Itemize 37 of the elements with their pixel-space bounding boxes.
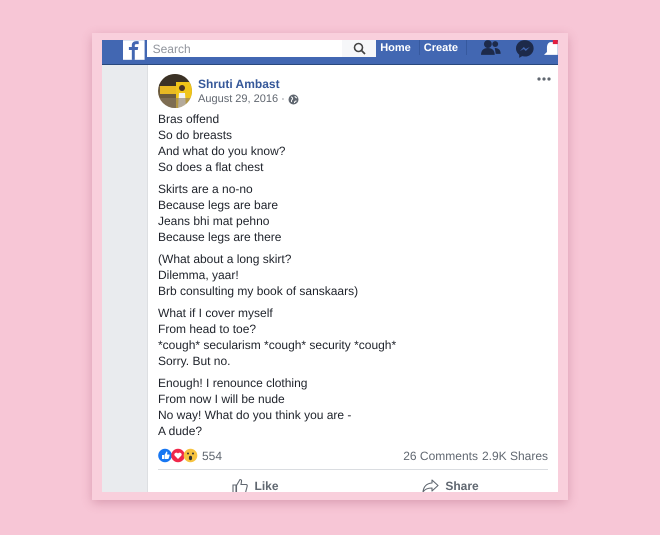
- messenger-icon[interactable]: [514, 40, 534, 59]
- nav-link[interactable]: Home: [376, 40, 420, 55]
- nav-link[interactable]: Create: [420, 40, 468, 55]
- poem-line: *cough* secularism *cough* security *cough*: [158, 337, 396, 353]
- poem-line: Because legs are bare: [158, 197, 278, 213]
- poem-line: From now I will be nude: [158, 391, 285, 407]
- poem-line: A dude?: [158, 423, 202, 439]
- poem-line: Skirts are a no-no: [158, 181, 253, 197]
- globe-icon: [288, 94, 299, 105]
- more-icon[interactable]: [537, 77, 551, 81]
- poem-line: Dilemma, yaar!: [158, 267, 239, 283]
- poem-line: No way! What do you think you are -: [158, 407, 352, 423]
- author-name[interactable]: Shruti Ambast: [198, 77, 299, 91]
- logo-icon[interactable]: [123, 40, 145, 60]
- search-button[interactable]: [342, 40, 376, 57]
- search-icon: [352, 42, 366, 55]
- poem-line: Sorry. But no.: [158, 353, 230, 369]
- post-date[interactable]: August 29, 2016 ·: [198, 92, 285, 107]
- reactions-icon[interactable]: [158, 448, 198, 463]
- poem-line: And what do you know?: [158, 143, 286, 159]
- share-arrow-icon: [422, 479, 440, 492]
- reaction-count[interactable]: 554: [202, 448, 222, 462]
- poem-line: Jeans bhi mat pehno: [158, 213, 270, 229]
- poem-line: (What about a long skirt?: [158, 251, 292, 267]
- poem-line: What if I cover myself: [158, 305, 273, 321]
- search-field[interactable]: Search: [146, 40, 342, 57]
- poem-line: So do breasts: [158, 127, 232, 143]
- poem-line: From head to toe?: [158, 321, 256, 337]
- poem-line: So does a flat chest: [158, 159, 264, 175]
- shares-count[interactable]: 2.9K Shares: [482, 448, 548, 462]
- poem-line: Enough! I renounce clothing: [158, 375, 308, 391]
- poem-line: Bras offend: [158, 111, 220, 127]
- poem-line: Brb consulting my book of sanskaars): [158, 283, 358, 299]
- poem-line: Because legs are there: [158, 229, 282, 245]
- friends-icon[interactable]: [481, 40, 501, 55]
- comments-count[interactable]: 26 Comments: [403, 448, 478, 462]
- thumbs-up-icon: [232, 478, 248, 492]
